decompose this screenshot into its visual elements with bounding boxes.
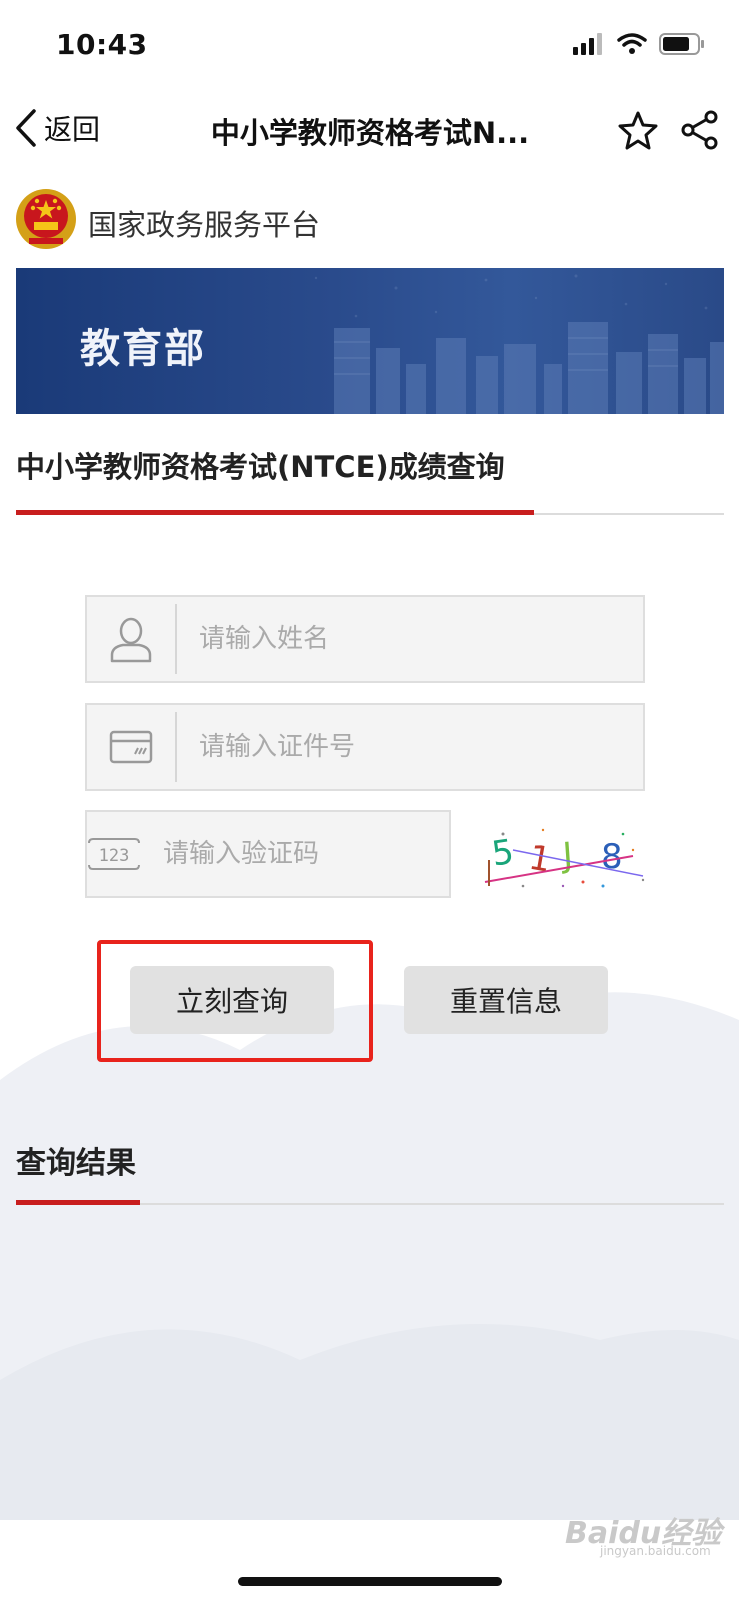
star-icon bbox=[618, 111, 658, 150]
id-number-input[interactable] bbox=[177, 704, 643, 790]
name-field bbox=[85, 595, 645, 683]
svg-text:123: 123 bbox=[99, 846, 130, 866]
banner-title: 教育部 bbox=[80, 326, 206, 372]
highlight-annotation-box bbox=[97, 940, 373, 1062]
platform-name: 国家政务服务平台 bbox=[88, 208, 321, 242]
results-title: 查询结果 bbox=[16, 1146, 136, 1181]
national-emblem-logo bbox=[15, 186, 77, 256]
ministry-banner: 教育部 bbox=[16, 268, 724, 414]
id-card-icon bbox=[87, 705, 175, 789]
section-title: 中小学教师资格考试(NTCE)成绩查询 bbox=[16, 450, 505, 484]
favorite-button[interactable] bbox=[618, 110, 658, 154]
status-time: 10:43 bbox=[56, 28, 148, 61]
baidu-watermark-url: jingyan.baidu.com bbox=[600, 1544, 711, 1558]
home-indicator[interactable] bbox=[238, 1577, 502, 1586]
user-icon bbox=[87, 597, 175, 681]
results-underline-accent bbox=[16, 1200, 140, 1205]
section-underline-accent bbox=[16, 510, 534, 515]
id-field bbox=[85, 703, 645, 791]
battery-icon bbox=[659, 33, 704, 55]
chevron-left-icon bbox=[16, 109, 36, 147]
svg-text:5: 5 bbox=[489, 832, 516, 875]
captcha-image[interactable]: 5 1 J 8 bbox=[483, 820, 653, 898]
share-icon bbox=[681, 110, 718, 150]
signal-icon bbox=[573, 33, 602, 55]
status-icons bbox=[573, 33, 705, 55]
back-button[interactable]: 返回 bbox=[14, 108, 100, 148]
page-title: 中小学教师资格考试N... bbox=[210, 116, 530, 150]
wifi-icon bbox=[617, 33, 647, 54]
svg-text:J: J bbox=[559, 835, 574, 876]
reset-button[interactable]: 重置信息 bbox=[404, 966, 608, 1034]
share-button[interactable] bbox=[680, 110, 720, 154]
name-input[interactable] bbox=[177, 596, 643, 682]
back-label: 返回 bbox=[44, 113, 101, 146]
captcha-field: 123 bbox=[85, 810, 489, 898]
captcha-input[interactable] bbox=[141, 811, 489, 897]
number-code-icon: 123 bbox=[87, 812, 141, 896]
